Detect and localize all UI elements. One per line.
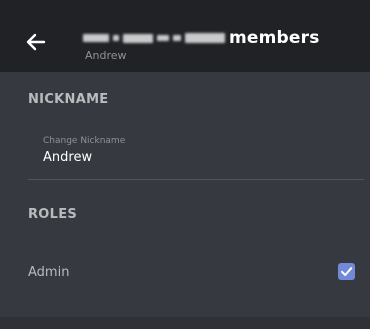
page-subtitle: Andrew — [85, 49, 127, 62]
nickname-field-label: Change Nickname — [43, 136, 126, 146]
bottom-edge — [0, 317, 370, 329]
arrow-left-icon — [26, 33, 46, 51]
header-title-row: members — [83, 26, 320, 50]
page-title: members — [229, 28, 320, 48]
checkmark-icon — [341, 267, 353, 276]
member-settings-screen: members Andrew NICKNAME Change Nickname … — [0, 0, 370, 329]
nickname-field-value[interactable]: Andrew — [43, 150, 92, 165]
role-label: Admin — [28, 265, 70, 280]
app-header: members Andrew — [0, 0, 370, 72]
roles-section-heading: ROLES — [28, 207, 78, 222]
admin-role-checkbox[interactable] — [338, 263, 355, 280]
field-divider — [28, 179, 364, 180]
back-button[interactable] — [22, 28, 50, 56]
redacted-server-name — [83, 33, 225, 43]
nickname-field[interactable]: Change Nickname Andrew — [28, 126, 364, 180]
role-item-admin[interactable]: Admin — [0, 254, 370, 292]
nickname-section-heading: NICKNAME — [28, 92, 109, 107]
